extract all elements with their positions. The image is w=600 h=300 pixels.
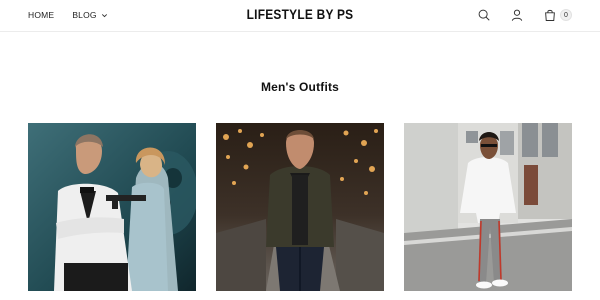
header-icons: 0 <box>477 8 572 22</box>
outfit-card-2[interactable] <box>216 123 384 291</box>
outfit-card-3[interactable] <box>404 123 572 291</box>
man-white-tuxedo-with-woman-photo <box>28 123 196 291</box>
man-white-sweater-striped-trousers-photo <box>404 123 572 291</box>
site-header: HOME BLOG LIFESTYLE BY PS 0 <box>0 0 600 32</box>
cart-count-badge: 0 <box>560 9 572 21</box>
account-icon[interactable] <box>510 8 524 22</box>
search-icon[interactable] <box>477 8 491 22</box>
shopping-bag-icon <box>545 9 555 21</box>
man-dark-jacket-street-night-photo <box>216 123 384 291</box>
outfit-card-1[interactable] <box>28 123 196 291</box>
cart-button[interactable]: 0 <box>543 8 572 22</box>
section-title: Men's Outfits <box>260 80 340 94</box>
